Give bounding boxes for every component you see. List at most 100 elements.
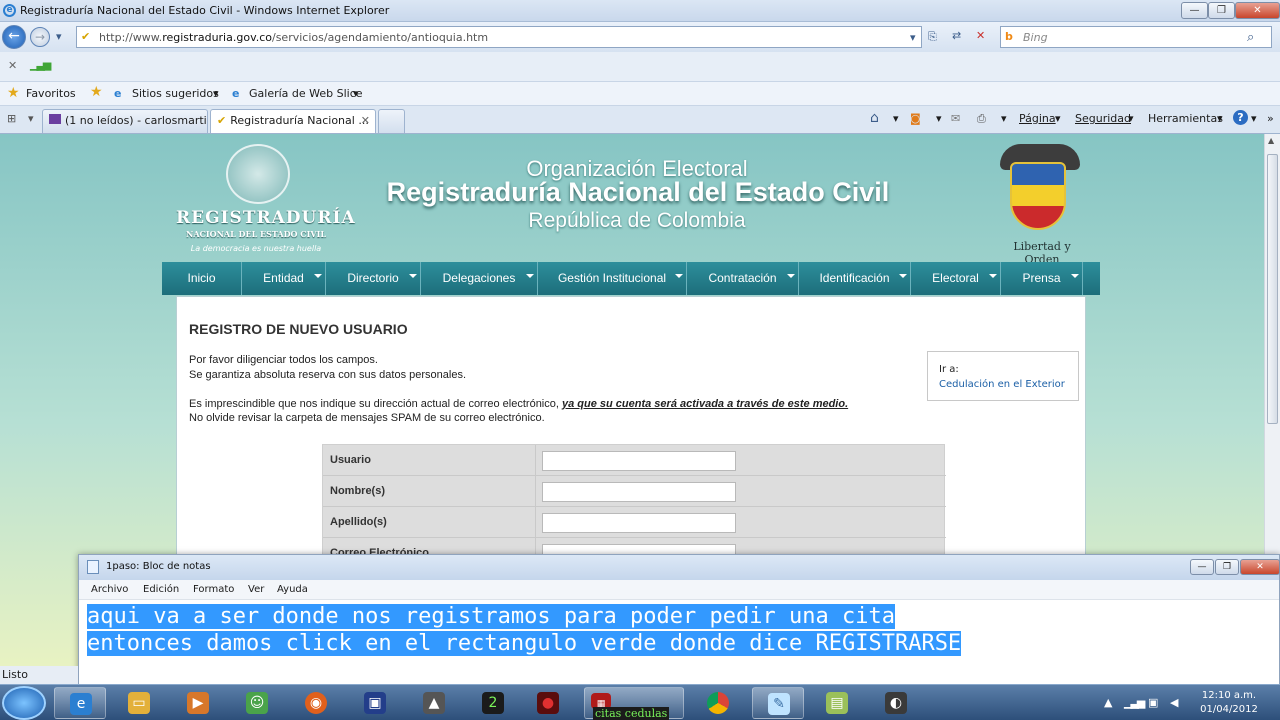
taskbar-app11[interactable]: ▤ bbox=[811, 687, 863, 719]
volume-icon[interactable]: ◀ bbox=[1170, 696, 1178, 709]
taskbar-media[interactable]: ▶ bbox=[172, 687, 224, 719]
web-slice-gallery-link[interactable]: Galería de Web Slice bbox=[249, 87, 363, 100]
address-bar[interactable]: ✔ http://www.registraduria.gov.co/servic… bbox=[76, 26, 922, 48]
favorites-button[interactable]: Favoritos bbox=[26, 87, 76, 100]
safety-menu[interactable]: Seguridad bbox=[1075, 112, 1131, 125]
refresh-icon[interactable]: ⇄ bbox=[952, 29, 961, 42]
tab-inbox[interactable]: (1 no leídos) - carlosmarti... bbox=[42, 109, 208, 133]
forward-button[interactable]: → bbox=[30, 27, 50, 47]
close-button[interactable]: ✕ bbox=[1235, 2, 1280, 19]
menu-item-contratacion[interactable]: Contratación bbox=[687, 262, 799, 295]
menu-item-delegaciones[interactable]: Delegaciones bbox=[421, 262, 538, 295]
scrollbar-thumb[interactable] bbox=[1267, 154, 1278, 424]
chevron-down-icon bbox=[787, 274, 795, 278]
page-menu[interactable]: Página bbox=[1019, 112, 1056, 125]
tray-expand-icon[interactable]: ▲ bbox=[1104, 696, 1112, 709]
taskbar-app12[interactable]: ◐ bbox=[870, 687, 922, 719]
menu-item-prensa[interactable]: Prensa bbox=[1001, 262, 1083, 295]
notepad-text-area[interactable]: aqui va a ser donde nos registramos para… bbox=[87, 603, 1277, 657]
shield-icon bbox=[1010, 162, 1066, 230]
menu-edicion[interactable]: Edición bbox=[143, 584, 179, 595]
print-dropdown-icon[interactable]: ▾ bbox=[1001, 112, 1007, 125]
home-icon[interactable]: ⌂ bbox=[870, 110, 879, 126]
safety-menu-dropdown-icon[interactable]: ▾ bbox=[1128, 112, 1134, 125]
feeds-icon[interactable]: ◙ bbox=[910, 112, 921, 125]
taskbar-ie[interactable]: e bbox=[54, 687, 106, 719]
search-icon[interactable]: ⌕ bbox=[1247, 30, 1254, 45]
taskbar-app6[interactable]: ▲ bbox=[408, 687, 460, 719]
tools-menu-dropdown-icon[interactable]: ▾ bbox=[1217, 112, 1223, 125]
web-slice-dropdown-icon[interactable]: ▾ bbox=[353, 87, 359, 100]
cedulacion-exterior-link[interactable]: Cedulación en el Exterior bbox=[939, 379, 1065, 390]
menu-item-entidad[interactable]: Entidad bbox=[242, 262, 326, 295]
help-dropdown-icon[interactable]: ▾ bbox=[1251, 112, 1257, 125]
tab-registraduria[interactable]: ✔ Registraduría Nacional ... ✕ bbox=[210, 109, 376, 133]
history-dropdown-icon[interactable]: ▾ bbox=[56, 30, 62, 43]
close-toolbar-icon[interactable]: ✕ bbox=[8, 59, 17, 72]
bing-icon: b bbox=[1005, 30, 1013, 43]
menu-item-gestion-institucional[interactable]: Gestión Institucional bbox=[538, 262, 687, 295]
taskbar-citas-cedulas[interactable]: ▦ citas cedulas bbox=[584, 687, 684, 720]
header-line2: Registraduría Nacional del Estado Civil bbox=[386, 177, 890, 207]
selected-text-line1: aqui va a ser donde nos registramos para… bbox=[87, 604, 895, 629]
mail-icon bbox=[49, 114, 61, 124]
taskbar-app8[interactable]: ● bbox=[522, 687, 574, 719]
taskbar-app5[interactable]: ▣ bbox=[349, 687, 401, 719]
usuario-input[interactable] bbox=[542, 451, 736, 471]
taskbar-explorer[interactable]: ▭ bbox=[113, 687, 165, 719]
field-label: Usuario bbox=[323, 445, 536, 476]
instruction-line2: Se garantiza absoluta reserva con sus da… bbox=[189, 369, 466, 381]
page-menu-dropdown-icon[interactable]: ▾ bbox=[1055, 112, 1061, 125]
web-slice-icon: e bbox=[232, 87, 240, 100]
notepad-maximize-button[interactable]: ❐ bbox=[1215, 559, 1239, 575]
search-box[interactable]: b Bing ⌕ bbox=[1000, 26, 1272, 48]
mail-icon[interactable]: ✉ bbox=[951, 112, 960, 125]
instruction-line4: No olvide revisar la carpeta de mensajes… bbox=[189, 412, 545, 424]
menu-formato[interactable]: Formato bbox=[193, 584, 234, 595]
chevron-down-icon bbox=[526, 274, 534, 278]
maximize-button[interactable]: ❐ bbox=[1208, 2, 1235, 19]
start-button[interactable] bbox=[2, 686, 46, 720]
feeds-dropdown-icon[interactable]: ▾ bbox=[936, 112, 942, 125]
address-dropdown-icon[interactable]: ▾ bbox=[910, 31, 916, 44]
taskbar-chrome[interactable] bbox=[692, 687, 744, 719]
menu-item-identificacion[interactable]: Identificación bbox=[799, 262, 911, 295]
go-to-label: Ir a: bbox=[939, 364, 959, 375]
print-icon[interactable]: ⎙ bbox=[977, 112, 986, 126]
notepad-close-button[interactable]: ✕ bbox=[1240, 559, 1280, 575]
home-dropdown-icon[interactable]: ▾ bbox=[893, 112, 899, 125]
close-tab-icon[interactable]: ✕ bbox=[361, 114, 370, 127]
minimize-button[interactable]: — bbox=[1181, 2, 1208, 19]
menu-item-electoral[interactable]: Electoral bbox=[911, 262, 1001, 295]
new-tab-button[interactable] bbox=[378, 109, 405, 133]
taskbar-app7[interactable]: 2 bbox=[467, 687, 519, 719]
notepad-minimize-button[interactable]: — bbox=[1190, 559, 1214, 575]
tab-list-dropdown-icon[interactable]: ▾ bbox=[28, 112, 34, 125]
back-button[interactable]: ← bbox=[2, 25, 26, 49]
scroll-up-icon[interactable]: ▲ bbox=[1268, 136, 1274, 145]
taskbar-messenger[interactable]: ☺ bbox=[231, 687, 283, 719]
taskbar-notepad[interactable]: ✎ bbox=[752, 687, 804, 719]
menu-item-inicio[interactable]: Inicio bbox=[162, 262, 242, 295]
taskbar-firefox[interactable]: ◉ bbox=[290, 687, 342, 719]
menu-archivo[interactable]: Archivo bbox=[91, 584, 128, 595]
stop-icon[interactable]: ✕ bbox=[976, 29, 985, 42]
compatibility-view-icon[interactable]: ⎘ bbox=[928, 30, 937, 44]
windows-taskbar: e ▭ ▶ ☺ ◉ ▣ ▲ 2 ● ▦ citas cedulas ✎ ▤ ◐ … bbox=[0, 684, 1280, 720]
menu-ayuda[interactable]: Ayuda bbox=[277, 584, 308, 595]
menu-ver[interactable]: Ver bbox=[248, 584, 264, 595]
notepad-window[interactable]: 1paso: Bloc de notas — ❐ ✕ Archivo Edici… bbox=[78, 554, 1280, 686]
quick-tabs-icon[interactable]: ⊞ bbox=[7, 112, 16, 125]
suggested-sites-link[interactable]: Sitios sugeridos bbox=[132, 87, 219, 100]
system-clock[interactable]: 12:10 a.m. 01/04/2012 bbox=[1194, 689, 1264, 717]
menu-item-directorio[interactable]: Directorio bbox=[326, 262, 421, 295]
suggested-sites-dropdown-icon[interactable]: ▾ bbox=[213, 87, 219, 100]
help-icon[interactable]: ? bbox=[1233, 110, 1248, 125]
apellidos-input[interactable] bbox=[542, 513, 736, 533]
toolbar-overflow-icon[interactable]: » bbox=[1267, 112, 1274, 125]
network-icon[interactable]: ▣ bbox=[1148, 696, 1158, 709]
nombres-input[interactable] bbox=[542, 482, 736, 502]
add-favorite-icon[interactable]: ★ bbox=[90, 84, 103, 100]
firefox-icon: ◉ bbox=[305, 692, 327, 714]
tools-menu[interactable]: Herramientas bbox=[1148, 112, 1223, 125]
